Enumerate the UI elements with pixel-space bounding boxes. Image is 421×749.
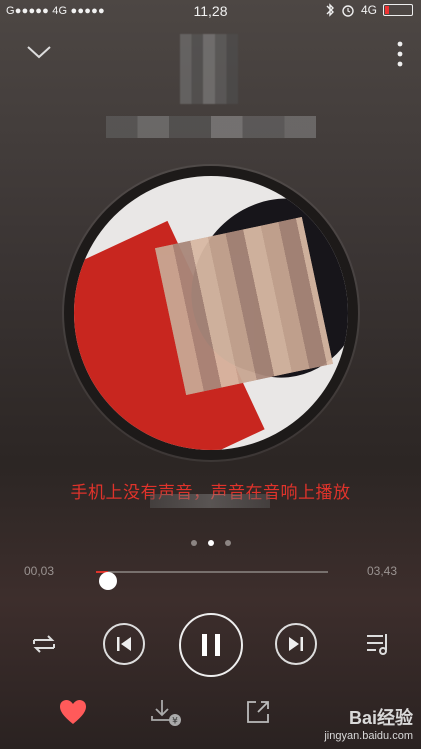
playlist-icon[interactable] (364, 630, 394, 658)
watermark-brand: Bai经验 (348, 708, 413, 729)
previous-icon[interactable] (102, 622, 146, 666)
chevron-down-icon[interactable] (26, 42, 52, 62)
next-icon[interactable] (274, 622, 318, 666)
album-art (74, 176, 348, 450)
share-icon[interactable] (244, 698, 272, 726)
status-bar: G●●●●● 4G ●●●●● 11,28 4G (0, 0, 421, 24)
song-title-redacted (180, 34, 238, 104)
heart-icon[interactable] (58, 698, 88, 726)
total-time: 03,43 (366, 564, 397, 578)
album-art-pixelated-face (155, 217, 333, 395)
progress-track[interactable] (96, 571, 328, 590)
artist-name-redacted (106, 116, 316, 138)
battery-icon (383, 4, 413, 16)
repeat-icon[interactable] (28, 630, 60, 658)
progress-thumb[interactable] (99, 572, 117, 590)
lyric-next-line-redacted (150, 494, 270, 508)
network-type: 4G (360, 3, 377, 17)
page-dot (190, 540, 197, 546)
svg-text:¥: ¥ (172, 717, 178, 727)
progress-row: 00,03 03,43 (0, 562, 421, 590)
download-icon[interactable]: ¥ (150, 698, 184, 728)
alarm-icon (342, 5, 354, 17)
playback-controls (0, 612, 421, 678)
status-right-group: 4G (325, 3, 413, 17)
more-options-icon[interactable] (393, 40, 407, 68)
page-dot (207, 540, 214, 546)
page-dot (224, 540, 231, 546)
bluetooth-icon (326, 3, 334, 17)
album-disc[interactable] (64, 166, 358, 460)
baidu-watermark: Bai经验 jingyan.baidu.com (324, 708, 413, 743)
watermark-url: jingyan.baidu.com (324, 729, 413, 742)
pause-icon[interactable] (178, 612, 244, 678)
page-indicator (0, 540, 421, 546)
elapsed-time: 00,03 (24, 564, 55, 578)
